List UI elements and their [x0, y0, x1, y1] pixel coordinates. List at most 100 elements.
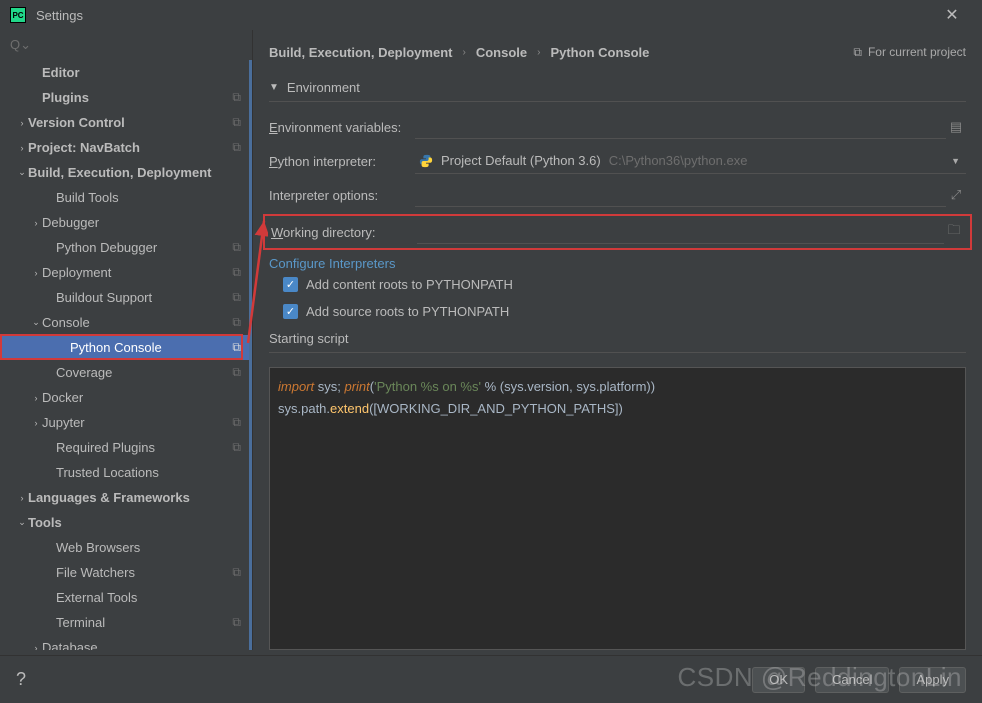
sidebar-item-console[interactable]: ⌄Console⧉ — [0, 310, 249, 335]
tree-arrow-icon: ⌄ — [16, 167, 28, 178]
tree-arrow-icon: › — [16, 493, 28, 503]
env-vars-input[interactable] — [415, 115, 946, 139]
sidebar-item-debugger[interactable]: ›Debugger — [0, 210, 249, 235]
sidebar-item-build-tools[interactable]: Build Tools — [0, 185, 249, 210]
sidebar-item-file-watchers[interactable]: File Watchers⧉ — [0, 560, 249, 585]
starting-script-editor[interactable]: import sys; print('Python %s on %s' % (s… — [269, 367, 966, 650]
copy-icon: ⧉ — [232, 340, 241, 355]
ok-button[interactable]: OK — [752, 667, 805, 693]
copy-icon: ⧉ — [853, 45, 862, 60]
sidebar-item-buildout-support[interactable]: Buildout Support⧉ — [0, 285, 249, 310]
tree-label: Web Browsers — [56, 540, 249, 555]
content-panel: Build, Execution, Deployment › Console ›… — [253, 30, 982, 650]
list-edit-icon[interactable]: ▤ — [946, 119, 966, 135]
crumb-2[interactable]: Python Console — [550, 45, 649, 60]
tree-label: Coverage — [56, 365, 232, 380]
sidebar-item-required-plugins[interactable]: Required Plugins⧉ — [0, 435, 249, 460]
folder-icon[interactable]: 🗀 — [944, 221, 964, 243]
interpreter-options-input[interactable] — [415, 183, 946, 207]
help-button[interactable]: ? — [16, 669, 26, 690]
copy-icon: ⧉ — [232, 90, 241, 105]
env-vars-row: Environment variables: ▤ — [269, 110, 966, 144]
window-title: Settings — [36, 8, 83, 23]
chevron-right-icon: › — [537, 47, 540, 58]
tree-arrow-icon: ⌄ — [30, 317, 42, 328]
tree-arrow-icon: › — [30, 418, 42, 428]
crumb-0[interactable]: Build, Execution, Deployment — [269, 45, 452, 60]
sidebar-item-web-browsers[interactable]: Web Browsers — [0, 535, 249, 560]
sidebar-item-terminal[interactable]: Terminal⧉ — [0, 610, 249, 635]
cancel-button[interactable]: Cancel — [815, 667, 889, 693]
sidebar-item-python-console[interactable]: Python Console⧉ — [0, 335, 249, 360]
sidebar-item-tools[interactable]: ⌄Tools — [0, 510, 249, 535]
interpreter-dropdown[interactable]: Project Default (Python 3.6) C:\Python36… — [415, 148, 966, 174]
crumb-1[interactable]: Console — [476, 45, 527, 60]
sidebar-item-coverage[interactable]: Coverage⧉ — [0, 360, 249, 385]
copy-icon: ⧉ — [232, 240, 241, 255]
tree-label: Editor — [42, 65, 249, 80]
titlebar: PC Settings ✕ — [0, 0, 982, 30]
collapse-icon: ▼ — [269, 82, 279, 93]
sidebar-item-python-debugger[interactable]: Python Debugger⧉ — [0, 235, 249, 260]
sidebar-item-languages-frameworks[interactable]: ›Languages & Frameworks — [0, 485, 249, 510]
add-source-roots-checkbox[interactable]: ✓ — [283, 304, 298, 319]
copy-icon: ⧉ — [232, 315, 241, 330]
sidebar-item-project-navbatch[interactable]: ›Project: NavBatch⧉ — [0, 135, 249, 160]
working-directory-row: Working directory: 🗀 — [263, 214, 972, 250]
sidebar-item-plugins[interactable]: Plugins⧉ — [0, 85, 249, 110]
tree-label: Buildout Support — [56, 290, 232, 305]
project-scope-badge: ⧉ For current project — [853, 45, 966, 60]
configure-interpreters-link[interactable]: Configure Interpreters — [269, 256, 395, 271]
working-directory-input[interactable] — [417, 220, 944, 244]
tree-label: Console — [42, 315, 232, 330]
copy-icon: ⧉ — [232, 115, 241, 130]
tree-label: Version Control — [28, 115, 232, 130]
copy-icon: ⧉ — [232, 290, 241, 305]
search-icon[interactable]: Q⌄ — [10, 37, 31, 53]
sidebar-item-build-execution-deployment[interactable]: ⌄Build, Execution, Deployment — [0, 160, 249, 185]
copy-icon: ⧉ — [232, 415, 241, 430]
sidebar-item-docker[interactable]: ›Docker — [0, 385, 249, 410]
tree-arrow-icon: ⌄ — [16, 517, 28, 528]
breadcrumb: Build, Execution, Deployment › Console ›… — [269, 30, 966, 74]
tree-label: Build, Execution, Deployment — [28, 165, 249, 180]
sidebar-item-trusted-locations[interactable]: Trusted Locations — [0, 460, 249, 485]
settings-sidebar: Q⌄ EditorPlugins⧉›Version Control⧉›Proje… — [0, 30, 253, 650]
copy-icon: ⧉ — [232, 140, 241, 155]
copy-icon: ⧉ — [232, 615, 241, 630]
add-content-roots-label: Add content roots to PYTHONPATH — [306, 277, 513, 292]
sidebar-item-version-control[interactable]: ›Version Control⧉ — [0, 110, 249, 135]
sidebar-item-deployment[interactable]: ›Deployment⧉ — [0, 260, 249, 285]
add-content-roots-checkbox[interactable]: ✓ — [283, 277, 298, 292]
close-button[interactable]: ✕ — [932, 0, 972, 30]
interpreter-options-row: Interpreter options: ⤢ — [269, 178, 966, 212]
apply-button[interactable]: Apply — [899, 667, 966, 693]
environment-section-header[interactable]: ▼ Environment — [269, 74, 966, 102]
sidebar-item-database[interactable]: ›Database — [0, 635, 249, 650]
sidebar-item-jupyter[interactable]: ›Jupyter⧉ — [0, 410, 249, 435]
tree-label: Deployment — [42, 265, 232, 280]
settings-tree[interactable]: EditorPlugins⧉›Version Control⧉›Project:… — [0, 60, 252, 650]
add-source-roots-label: Add source roots to PYTHONPATH — [306, 304, 509, 319]
tree-label: File Watchers — [56, 565, 232, 580]
tree-arrow-icon: › — [30, 643, 42, 651]
tree-label: Languages & Frameworks — [28, 490, 249, 505]
tree-label: Project: NavBatch — [28, 140, 232, 155]
tree-label: External Tools — [56, 590, 249, 605]
tree-arrow-icon: › — [16, 143, 28, 153]
copy-icon: ⧉ — [232, 440, 241, 455]
tree-arrow-icon: › — [30, 268, 42, 278]
copy-icon: ⧉ — [232, 365, 241, 380]
expand-icon[interactable]: ⤢ — [946, 187, 966, 203]
tree-label: Database — [42, 640, 249, 650]
sidebar-item-editor[interactable]: Editor — [0, 60, 249, 85]
copy-icon: ⧉ — [232, 265, 241, 280]
sidebar-item-external-tools[interactable]: External Tools — [0, 585, 249, 610]
dialog-footer: ? OK Cancel Apply — [0, 655, 982, 703]
python-icon — [419, 154, 433, 168]
tree-label: Jupyter — [42, 415, 232, 430]
tree-label: Required Plugins — [56, 440, 232, 455]
interpreter-row: Python interpreter: Project Default (Pyt… — [269, 144, 966, 178]
starting-script-header: Starting script — [269, 325, 966, 353]
tree-arrow-icon: › — [16, 118, 28, 128]
